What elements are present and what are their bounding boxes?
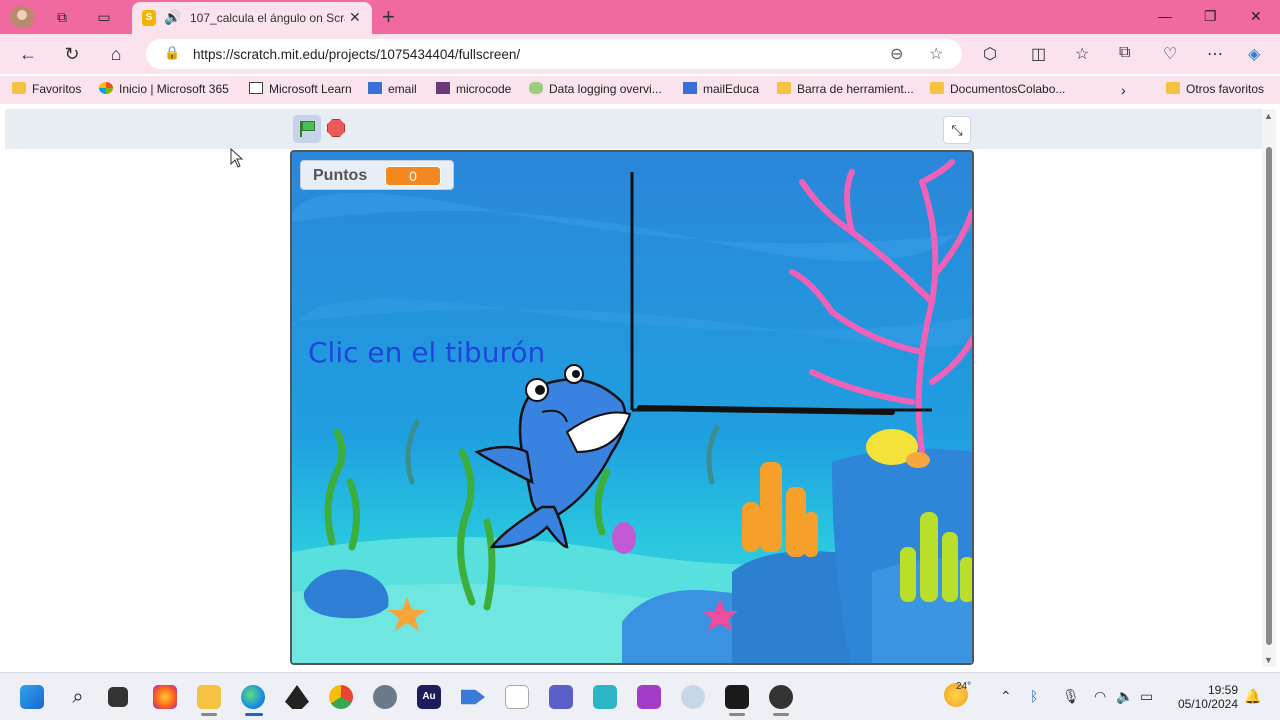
- extensions-icon[interactable]: ⬡: [983, 44, 997, 64]
- windows-start-icon[interactable]: [20, 685, 44, 709]
- notepad-icon[interactable]: [505, 685, 529, 709]
- microcode-icon: [436, 82, 450, 94]
- audition-icon[interactable]: Au: [417, 685, 441, 709]
- bookmark-maileduca[interactable]: mailEduca: [683, 82, 759, 96]
- task-view-icon[interactable]: [108, 687, 128, 707]
- back-icon[interactable]: ←: [17, 43, 39, 65]
- score-label: Puntos: [313, 167, 368, 184]
- score-value: 0: [385, 166, 441, 186]
- page-scrollbar[interactable]: ▲ ▼: [1262, 109, 1276, 667]
- page-icon: [249, 82, 263, 94]
- minimize-icon[interactable]: —: [1158, 8, 1172, 24]
- app-icon[interactable]: [681, 685, 705, 709]
- mouse-pointer-icon: [230, 148, 244, 168]
- microsoft365-icon: [99, 82, 113, 94]
- file-explorer-icon[interactable]: [197, 685, 221, 709]
- stop-button[interactable]: [327, 119, 345, 137]
- system-clock[interactable]: 19:59 05/10/2024: [1168, 683, 1238, 711]
- bookmark-microsoft-learn[interactable]: Microsoft Learn: [249, 82, 352, 96]
- home-icon[interactable]: ⌂: [105, 43, 127, 65]
- tray-chevron-icon[interactable]: ⌃: [1000, 688, 1012, 705]
- bookmarks-more-chevron-icon[interactable]: ›: [1121, 82, 1126, 98]
- inkscape-icon[interactable]: [285, 685, 309, 709]
- tab-title: 107_calcula el ángulo on Scratch: [190, 11, 345, 25]
- tab-actions-icon[interactable]: ▭: [94, 7, 114, 27]
- weather-temp: 24°: [956, 681, 972, 692]
- bookmark-documentos[interactable]: DocumentosColabo...: [930, 82, 1065, 96]
- favorites-icon[interactable]: ☆: [1075, 44, 1089, 64]
- score-monitor: Puntos 0: [300, 160, 454, 190]
- teams-icon[interactable]: [549, 685, 573, 709]
- refresh-icon[interactable]: ↻: [61, 43, 83, 65]
- workspaces-icon[interactable]: ⧉: [52, 7, 72, 27]
- clock-date: 05/10/2024: [1177, 697, 1238, 711]
- stage-message: Clic en el tiburón: [308, 336, 546, 369]
- microphone-icon[interactable]: 🎙: [1062, 688, 1080, 705]
- terminal-icon[interactable]: [725, 685, 749, 709]
- bookmark-barra-herramientas[interactable]: Barra de herramient...: [777, 82, 914, 96]
- firefox-icon[interactable]: [153, 685, 177, 709]
- edu-icon[interactable]: [593, 685, 617, 709]
- data-logging-icon: [529, 82, 543, 94]
- volume-icon[interactable]: 🔈: [1116, 688, 1133, 705]
- scratch-stage[interactable]: Puntos 0 Clic en el tiburón: [290, 150, 974, 665]
- search-icon[interactable]: ⌕: [66, 685, 90, 709]
- scroll-down-icon[interactable]: ▼: [1264, 655, 1273, 665]
- folder-icon: [12, 82, 26, 94]
- speaker-icon[interactable]: 🔊: [164, 9, 181, 26]
- copilot-icon[interactable]: ◈: [1248, 44, 1260, 64]
- folder-icon: [1166, 82, 1180, 94]
- scroll-up-icon[interactable]: ▲: [1264, 111, 1273, 121]
- collections-icon[interactable]: ⧉: [1119, 44, 1130, 62]
- wifi-icon[interactable]: ◠: [1094, 688, 1106, 705]
- bookmark-favoritos[interactable]: Favoritos: [12, 82, 81, 96]
- page-content: ⤡ Puntos 0 Clic en el tiburón ▲ ▼: [0, 106, 1280, 670]
- tab-close-icon[interactable]: ✕: [349, 9, 361, 26]
- profile-avatar[interactable]: [10, 6, 34, 28]
- mail-icon: [683, 82, 697, 94]
- stage-backdrop: [292, 152, 972, 663]
- more-menu-icon[interactable]: ⋯: [1207, 44, 1223, 64]
- power-automate-icon[interactable]: [461, 689, 485, 705]
- mail-icon: [368, 82, 382, 94]
- bookmark-microcode[interactable]: microcode: [436, 82, 511, 96]
- notifications-icon[interactable]: 🔔: [1244, 688, 1261, 705]
- url-text[interactable]: https://scratch.mit.edu/projects/1075434…: [193, 47, 520, 62]
- tab-scratch[interactable]: S 🔊 107_calcula el ángulo on Scratch ✕: [132, 2, 372, 34]
- window-close-icon[interactable]: ✕: [1250, 8, 1262, 25]
- exit-fullscreen-button[interactable]: ⤡: [943, 116, 971, 144]
- windows-taskbar: ⌕ Au 24° ⌃ ᛒ 🎙 ◠ 🔈 ▭ 19:59 05/10/2024 🔔: [0, 672, 1280, 720]
- browser-toolbar: ← ↻ ⌂ 🔒 https://scratch.mit.edu/projects…: [0, 34, 1280, 74]
- edge-icon[interactable]: [241, 685, 265, 709]
- scratch-controls-bar: ⤡: [5, 109, 1262, 149]
- bookmark-otros-favoritos[interactable]: Otros favoritos: [1166, 82, 1264, 96]
- scrollbar-thumb[interactable]: [1266, 147, 1272, 645]
- scratch-icon: S: [142, 10, 156, 26]
- bookmarks-bar: Favoritos Inicio | Microsoft 365 Microso…: [0, 76, 1280, 104]
- split-screen-icon[interactable]: ◫: [1031, 44, 1046, 64]
- browser-titlebar: ⧉ ▭ S 🔊 107_calcula el ángulo on Scratch…: [0, 0, 1280, 34]
- obs-icon[interactable]: [769, 685, 793, 709]
- exit-fullscreen-icon: ⤡: [951, 122, 963, 138]
- clock-time: 19:59: [1207, 683, 1238, 697]
- browser-essentials-icon[interactable]: ♡: [1163, 44, 1177, 64]
- bookmark-data-logging[interactable]: Data logging overvi...: [529, 82, 662, 96]
- green-flag-button[interactable]: [293, 115, 321, 143]
- favorite-star-icon[interactable]: ☆: [929, 44, 943, 64]
- site-info-icon[interactable]: 🔒: [164, 45, 180, 61]
- clipchamp-icon[interactable]: [637, 685, 661, 709]
- folder-icon: [930, 82, 944, 94]
- folder-icon: [777, 82, 791, 94]
- bluetooth-icon[interactable]: ᛒ: [1030, 688, 1038, 704]
- battery-icon[interactable]: ▭: [1140, 688, 1153, 705]
- chrome-icon[interactable]: [329, 685, 353, 709]
- new-tab-button[interactable]: +: [382, 4, 395, 30]
- bookmark-email[interactable]: email: [368, 82, 417, 96]
- restore-icon[interactable]: ❐: [1204, 8, 1217, 25]
- address-bar[interactable]: 🔒 https://scratch.mit.edu/projects/10754…: [146, 39, 962, 69]
- settings-icon[interactable]: [373, 685, 397, 709]
- zoom-icon[interactable]: ⊖: [890, 44, 903, 64]
- bookmark-microsoft365[interactable]: Inicio | Microsoft 365: [99, 82, 229, 96]
